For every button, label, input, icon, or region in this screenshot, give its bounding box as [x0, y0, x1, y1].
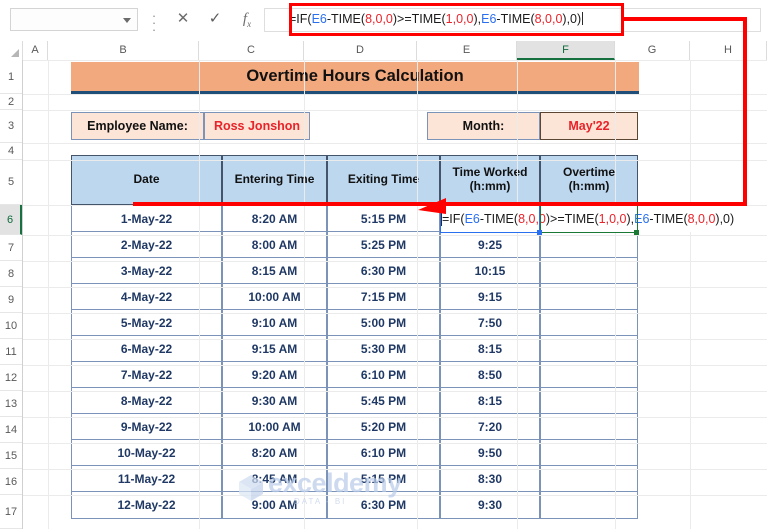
chevron-down-icon[interactable] — [123, 18, 131, 23]
row-header-5[interactable]: 5 — [0, 160, 22, 205]
column-header-e[interactable]: E — [417, 41, 517, 60]
gridline — [23, 94, 767, 95]
fx-subscript: x — [247, 19, 252, 29]
table-header-exiting-time: Exiting Time — [327, 155, 440, 205]
reference-handle-e6[interactable] — [537, 230, 542, 235]
row-header-11[interactable]: 11 — [0, 339, 22, 365]
gridline — [48, 60, 49, 529]
spreadsheet-grid[interactable]: Overtime Hours Calculation Employee Name… — [23, 60, 767, 529]
column-header-f[interactable]: F — [517, 41, 615, 60]
month-value[interactable]: May'22 — [540, 112, 638, 140]
gridline — [23, 160, 767, 161]
row-header-10[interactable]: 10 — [0, 313, 22, 339]
row-header-6[interactable]: 6 — [0, 205, 22, 235]
gridline — [23, 417, 767, 418]
gridline — [23, 365, 767, 366]
sheet-title: Overtime Hours Calculation — [71, 62, 639, 94]
gridline — [199, 60, 200, 529]
select-all-corner[interactable] — [0, 41, 23, 60]
confirm-formula-button[interactable]: ✓ — [202, 8, 228, 31]
formula-toolbar: · · · ✕ ✓ fx =IF(E6-TIME(8,0,0)>=TIME(1,0,… — [0, 0, 767, 42]
table-header-time-worked: Time Worked (h:mm) — [440, 155, 540, 205]
annotation-rectangle — [289, 3, 624, 36]
table-header-overtime-line1: Overtime — [562, 165, 616, 180]
column-header-h[interactable]: H — [690, 41, 767, 60]
column-header-d[interactable]: D — [304, 41, 417, 60]
gridline — [23, 287, 767, 288]
gridline — [690, 60, 691, 529]
gridline — [304, 60, 305, 529]
gridline — [417, 60, 418, 529]
row-header-12[interactable]: 12 — [0, 365, 22, 391]
column-header-g[interactable]: G — [615, 41, 690, 60]
row-header-8[interactable]: 8 — [0, 261, 22, 287]
table-header-overtime: Overtime (h:mm) — [540, 155, 638, 205]
gridline — [615, 60, 616, 529]
fill-handle-f6[interactable] — [634, 230, 639, 235]
column-header-a[interactable]: A — [23, 41, 48, 60]
column-header-row: ABCDEFGH — [0, 41, 767, 61]
row-header-16[interactable]: 16 — [0, 469, 22, 495]
gridline — [517, 60, 518, 529]
insert-function-icon[interactable]: fx — [234, 8, 260, 31]
table-header-date-line1: Date — [133, 172, 160, 187]
gridline — [23, 495, 767, 496]
select-all-icon — [11, 49, 19, 57]
reference-outline-e6 — [440, 205, 540, 233]
gridline — [23, 143, 767, 144]
more-options-icon[interactable]: · · · — [150, 9, 158, 36]
active-cell-outline-f6 — [540, 205, 638, 233]
gridline — [23, 261, 767, 262]
row-header-2[interactable]: 2 — [0, 94, 22, 110]
row-header-1[interactable]: 1 — [0, 60, 22, 94]
gridline — [23, 110, 767, 111]
cell-entering-time[interactable]: 8:20 AM — [222, 205, 327, 233]
row-header-4[interactable]: 4 — [0, 143, 22, 160]
row-header-column: 1 2 3 4 5 6 7 8 9 10 11 12 13 14 15 16 17 — [0, 60, 23, 529]
column-header-c[interactable]: C — [199, 41, 304, 60]
row-header-7[interactable]: 7 — [0, 235, 22, 261]
gridline — [23, 469, 767, 470]
name-box[interactable] — [10, 8, 138, 31]
gridline — [23, 235, 767, 236]
cancel-formula-button[interactable]: ✕ — [170, 8, 196, 31]
row-header-13[interactable]: 13 — [0, 391, 22, 417]
gridline — [23, 391, 767, 392]
gridline — [23, 339, 767, 340]
row-header-15[interactable]: 15 — [0, 443, 22, 469]
row-header-3[interactable]: 3 — [0, 110, 22, 143]
employee-name-label: Employee Name: — [71, 112, 204, 140]
table-header-time-worked-line2: (h:mm) — [469, 179, 511, 193]
row-header-9[interactable]: 9 — [0, 287, 22, 313]
row-header-14[interactable]: 14 — [0, 417, 22, 443]
row-header-17[interactable]: 17 — [0, 495, 22, 529]
cell-exiting-time[interactable]: 5:15 PM — [327, 205, 440, 233]
gridline — [23, 60, 767, 61]
gridline — [23, 313, 767, 314]
table-header-entering-time-line1: Entering Time — [234, 172, 315, 187]
month-label: Month: — [427, 112, 540, 140]
employee-name-value[interactable]: Ross Jonshon — [204, 112, 310, 140]
table-header-overtime-line2: (h:mm) — [568, 179, 610, 193]
column-header-b[interactable]: B — [48, 41, 199, 60]
table-header-exiting-time-line1: Exiting Time — [347, 172, 420, 187]
table-header-entering-time: Entering Time — [222, 155, 327, 205]
gridline — [23, 443, 767, 444]
